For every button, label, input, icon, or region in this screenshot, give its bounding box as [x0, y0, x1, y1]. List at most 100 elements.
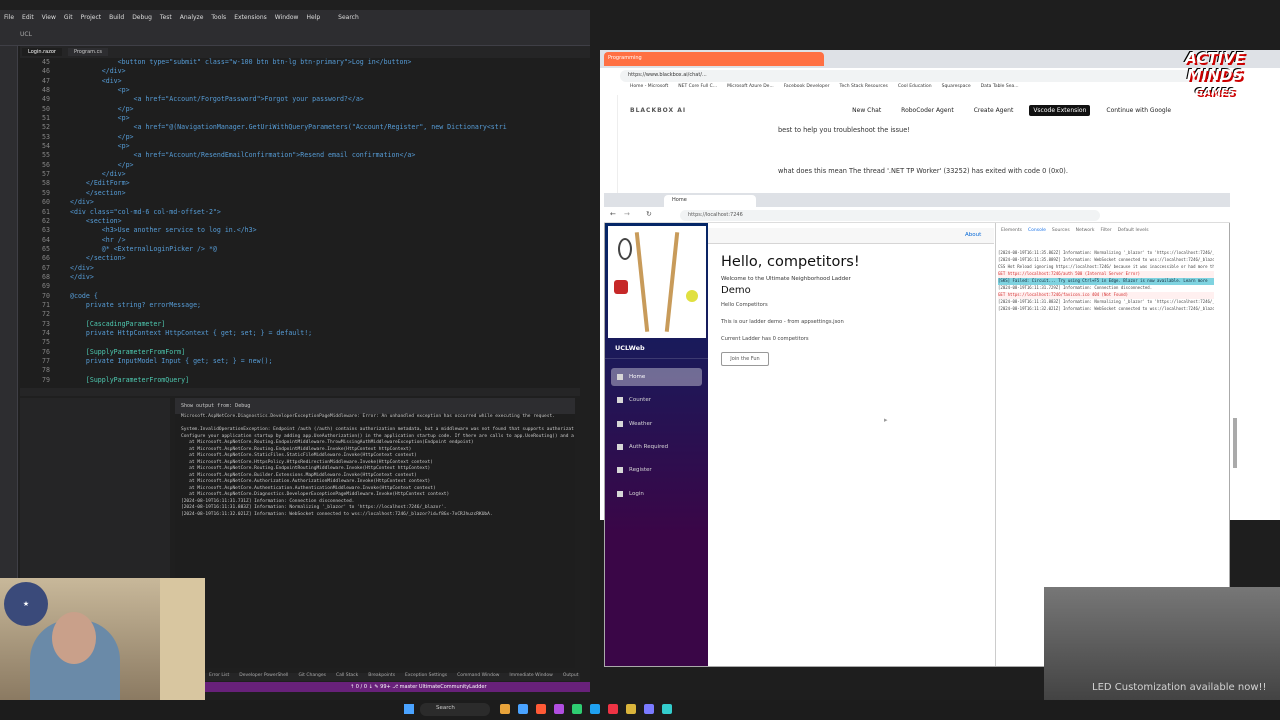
- menu-item-view[interactable]: View: [42, 14, 56, 21]
- line-number: 72: [42, 310, 50, 319]
- tool-tab[interactable]: Breakpoints: [368, 673, 395, 681]
- bg-tab[interactable]: Programming: [604, 52, 824, 66]
- devtools-filter[interactable]: Filter: [1100, 228, 1111, 242]
- create-agent-button[interactable]: Create Agent: [970, 105, 1018, 116]
- devtools-console[interactable]: [2024-08-19T16:11:35.862Z] Information: …: [998, 250, 1214, 400]
- devtools-levels[interactable]: Default levels: [1118, 228, 1149, 242]
- menu-item-window[interactable]: Window: [275, 14, 299, 21]
- menu-item-edit[interactable]: Edit: [22, 14, 34, 21]
- bookmark[interactable]: Microsoft Azure De...: [727, 84, 774, 94]
- taskbar-app-icon[interactable]: [608, 704, 618, 714]
- nav-item-counter[interactable]: Counter: [611, 391, 702, 409]
- menu-item-file[interactable]: File: [4, 14, 14, 21]
- reload-icon[interactable]: ↻: [646, 210, 652, 218]
- bookmark[interactable]: Squarespace: [942, 84, 971, 94]
- taskbar-app-icon[interactable]: [536, 704, 546, 714]
- line-number: 51: [42, 114, 50, 123]
- active-minds-logo: ACTIVE MINDS GAMES: [1150, 50, 1280, 101]
- bookmark[interactable]: Data Table Sea...: [981, 84, 1019, 94]
- line-number: 61: [42, 207, 50, 216]
- nav-item-register[interactable]: Register: [611, 461, 702, 479]
- back-arrow-icon[interactable]: ←: [610, 210, 616, 218]
- menu-item-analyze[interactable]: Analyze: [180, 14, 204, 21]
- chat-message: what does this mean The thread '.NET TP …: [778, 167, 1068, 175]
- output-source-label[interactable]: Show output from: Debug: [181, 403, 250, 409]
- editor-tab[interactable]: Program.cs: [67, 48, 108, 56]
- editor-tab[interactable]: Login.razor: [22, 48, 62, 56]
- code-line: 73 [CascadingParameter]: [20, 320, 580, 329]
- forward-arrow-icon[interactable]: →: [624, 210, 630, 218]
- output-pane[interactable]: Show output from: Debug Microsoft.AspNet…: [175, 398, 575, 668]
- bookmark[interactable]: Home - Microsoft: [630, 84, 668, 94]
- menu-item-test[interactable]: Test: [160, 14, 172, 21]
- scrollbar[interactable]: [1233, 418, 1237, 468]
- continue-google-button[interactable]: Continue with Google: [1102, 105, 1175, 116]
- tool-tab[interactable]: Immediate Window: [509, 673, 552, 681]
- menu-item-help[interactable]: Help: [306, 14, 320, 21]
- bg-address-bar[interactable]: https://www.blackbox.ai/chat/...: [620, 70, 1220, 82]
- taskbar-app-icon[interactable]: [662, 704, 672, 714]
- taskbar-app-icon[interactable]: [590, 704, 600, 714]
- line-number: 47: [42, 76, 50, 85]
- new-chat-button[interactable]: New Chat: [848, 105, 885, 116]
- bookmark[interactable]: Cool Education: [898, 84, 932, 94]
- menu-item-debug[interactable]: Debug: [132, 14, 152, 21]
- windows-start-icon[interactable]: [404, 704, 414, 714]
- menu-item-tools[interactable]: Tools: [211, 14, 226, 21]
- console-line: CSS Hot Reload ignoring https://localhos…: [998, 264, 1214, 269]
- taskbar-app-icon[interactable]: [554, 704, 564, 714]
- about-link[interactable]: About: [965, 232, 981, 238]
- devtools-tab[interactable]: Elements: [1001, 228, 1022, 242]
- logo-line: GAMES: [1195, 87, 1235, 98]
- line-number: 50: [42, 104, 50, 113]
- taskbar-app-icon[interactable]: [572, 704, 582, 714]
- app-address-bar[interactable]: https://localhost:7246: [680, 210, 1100, 221]
- taskbar-app-icon[interactable]: [626, 704, 636, 714]
- tool-tab[interactable]: Call Stack: [336, 673, 358, 681]
- code-line: 61 <div class="col-md-6 col-md-offset-2">: [20, 208, 580, 217]
- line-number: 63: [42, 226, 50, 235]
- section-heading: Demo: [721, 285, 751, 296]
- tool-tab[interactable]: Git Changes: [298, 673, 326, 681]
- code-editor[interactable]: 45 <button type="submit" class="w-100 bt…: [20, 58, 580, 388]
- line-number: 75: [42, 338, 50, 347]
- code-text: <div>: [70, 76, 122, 85]
- menu-item-git[interactable]: Git: [64, 14, 73, 21]
- tool-tab[interactable]: Exception Settings: [405, 673, 447, 681]
- taskbar-search[interactable]: Search: [420, 703, 490, 716]
- editor-tabs: Login.razor Program.cs: [20, 46, 590, 58]
- blackbox-header: BLACKBOX AI New Chat RoboCoder Agent Cre…: [630, 102, 1250, 118]
- devtools-tab[interactable]: Sources: [1052, 228, 1070, 242]
- status-git[interactable]: ↑ 0 / 0 ↓ ✎ 99+ ⎇ master UltimateCommuni…: [350, 684, 487, 690]
- tool-tab[interactable]: Error List: [209, 673, 229, 681]
- vscode-extension-button[interactable]: Vscode Extension: [1029, 104, 1091, 116]
- person-icon: [617, 467, 623, 474]
- robocoder-button[interactable]: RoboCoder Agent: [897, 105, 958, 116]
- code-text: </div>: [70, 67, 126, 76]
- app-brand[interactable]: UCLWeb: [615, 344, 645, 352]
- bookmark[interactable]: Facebook Developer: [784, 84, 830, 94]
- bookmark[interactable]: NET Core Full C...: [678, 84, 717, 94]
- taskbar-app-icon[interactable]: [644, 704, 654, 714]
- join-button[interactable]: Join the Fun: [721, 352, 769, 366]
- devtools-tab[interactable]: Network: [1076, 228, 1095, 242]
- tool-tab[interactable]: Command Window: [457, 673, 499, 681]
- solution-name[interactable]: UCL: [20, 31, 32, 38]
- nav-item-home[interactable]: Home: [611, 368, 702, 386]
- bookmark[interactable]: Tech Stack Resources: [839, 84, 887, 94]
- code-text: </div>: [70, 198, 94, 207]
- menu-item-project[interactable]: Project: [81, 14, 102, 21]
- taskbar-app-icon[interactable]: [518, 704, 528, 714]
- devtools-tab[interactable]: Console: [1028, 228, 1046, 242]
- nav-item-auth-required[interactable]: Auth Required: [611, 438, 702, 456]
- app-tab[interactable]: Home: [664, 195, 756, 207]
- menu-item-build[interactable]: Build: [109, 14, 124, 21]
- nav-item-login[interactable]: Login: [611, 485, 702, 503]
- menu-item-extensions[interactable]: Extensions: [234, 14, 267, 21]
- tool-tab[interactable]: Developer PowerShell: [239, 673, 288, 681]
- code-line: 75: [20, 338, 580, 347]
- nav-item-weather[interactable]: Weather: [611, 415, 702, 433]
- ide-search[interactable]: Search: [338, 14, 359, 21]
- tool-tab[interactable]: Output: [563, 673, 579, 681]
- taskbar-app-icon[interactable]: [500, 704, 510, 714]
